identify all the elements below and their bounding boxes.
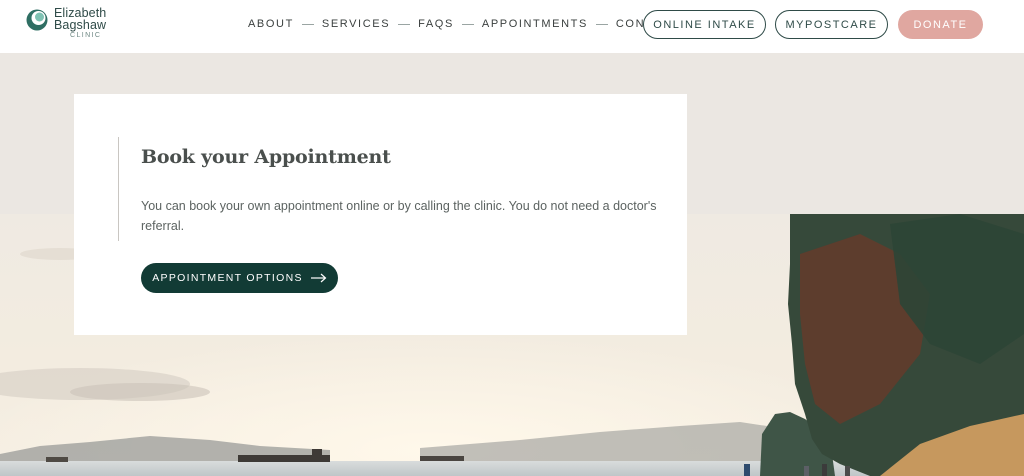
nav-item-appointments[interactable]: APPOINTMENTS: [482, 18, 588, 30]
hero-section: Book your Appointment You can book your …: [0, 53, 1024, 476]
appointment-options-label: APPOINTMENT OPTIONS: [152, 272, 303, 284]
donate-button[interactable]: DONATE: [898, 10, 983, 39]
clinic-logo[interactable]: Elizabeth Bagshaw CLINIC: [26, 7, 136, 41]
appointment-options-button[interactable]: APPOINTMENT OPTIONS: [141, 263, 338, 293]
arrow-right-icon: [310, 273, 327, 283]
main-nav: ABOUT SERVICES FAQS APPOINTMENTS CONTACT…: [248, 17, 702, 31]
logo-line-3: CLINIC: [70, 32, 102, 39]
nav-item-about[interactable]: ABOUT: [248, 18, 294, 30]
nav-item-faqs[interactable]: FAQS: [418, 18, 454, 30]
card-title: Book your Appointment: [141, 146, 391, 168]
book-appointment-card: Book your Appointment You can book your …: [74, 94, 687, 335]
nav-separator: [398, 23, 411, 25]
clinic-logo-text: Elizabeth Bagshaw CLINIC: [54, 7, 106, 40]
logo-line-2: Bagshaw: [54, 18, 107, 32]
clinic-logo-icon: [26, 9, 48, 31]
nav-item-services[interactable]: SERVICES: [322, 18, 390, 30]
nav-separator: [301, 23, 314, 25]
card-accent-rule: [118, 137, 119, 241]
site-header: Elizabeth Bagshaw CLINIC ABOUT SERVICES …: [0, 0, 1024, 53]
nav-separator: [461, 23, 474, 25]
nav-separator: [595, 23, 608, 25]
online-intake-button[interactable]: ONLINE INTAKE: [643, 10, 766, 39]
mypostcare-button[interactable]: MYPOSTCARE: [775, 10, 888, 39]
card-description: You can book your own appointment online…: [141, 199, 657, 233]
